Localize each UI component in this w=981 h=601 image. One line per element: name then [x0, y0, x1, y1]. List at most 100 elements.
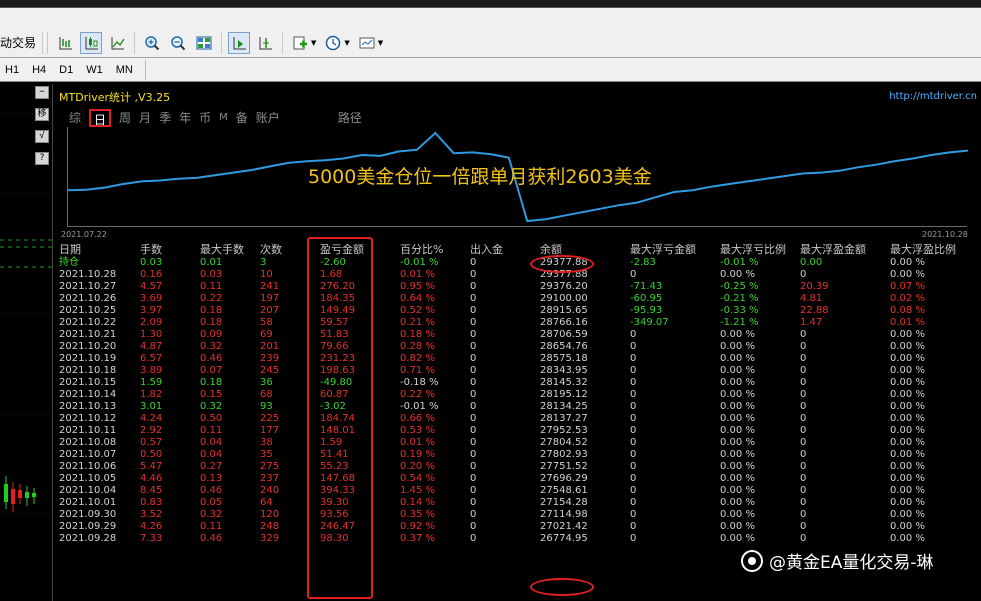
- table-cell: 0.00 %: [890, 329, 925, 340]
- tab-notes[interactable]: 备: [236, 109, 248, 127]
- table-cell: 0.00 %: [890, 461, 925, 472]
- zoom-out-icon[interactable]: [167, 32, 189, 54]
- table-cell: 0.00 %: [890, 353, 925, 364]
- period-h4[interactable]: H4: [27, 60, 51, 80]
- line-chart-icon[interactable]: [106, 32, 128, 54]
- tab-yearly[interactable]: 年: [179, 109, 191, 127]
- table-cell: 0.22 %: [400, 389, 435, 400]
- table-cell: 2021.10.18: [59, 365, 117, 376]
- table-cell: -349.07: [630, 317, 669, 328]
- table-cell: 0.01 %: [890, 317, 925, 328]
- table-cell: 0: [630, 473, 637, 484]
- table-cell: 0: [800, 461, 807, 472]
- table-cell: 0.00 %: [890, 509, 925, 520]
- tab-path[interactable]: 路径: [338, 109, 362, 127]
- table-cell: -0.25 %: [720, 281, 759, 292]
- table-cell: 3: [260, 257, 267, 268]
- website-link[interactable]: http://mtdriver.cn: [889, 91, 977, 102]
- table-cell: 7.33: [140, 533, 163, 544]
- minimize-panel-button[interactable]: −: [35, 86, 49, 99]
- table-cell: 0: [800, 329, 807, 340]
- table-cell: 0.46: [200, 485, 223, 496]
- table-cell: 2021.09.30: [59, 509, 117, 520]
- table-cell: 0.53 %: [400, 425, 435, 436]
- candlestick-icon[interactable]: [80, 32, 103, 54]
- tile-windows-icon[interactable]: [193, 32, 215, 54]
- table-cell: 持仓: [59, 257, 79, 268]
- table-cell: 0.09: [200, 329, 223, 340]
- table-cell: 0: [470, 257, 477, 268]
- period-h1[interactable]: H1: [0, 60, 24, 80]
- table-cell: 0.02 %: [890, 293, 925, 304]
- table-cell: 0.13: [200, 473, 223, 484]
- table-cell: 0: [800, 413, 807, 424]
- table-row: 2021.10.26 3.69 0.22 197 184.35 0.64 % 0 29100.…: [59, 293, 979, 305]
- table-cell: 0.18: [200, 317, 223, 328]
- table-cell: 0.00 %: [720, 509, 755, 520]
- table-cell: 29376.20: [540, 281, 588, 292]
- table-cell: 0.28 %: [400, 341, 435, 352]
- help-button[interactable]: ?: [35, 152, 49, 165]
- tab-monthly[interactable]: 月: [139, 109, 151, 127]
- table-cell: 27802.93: [540, 449, 588, 460]
- table-cell: 4.87: [140, 341, 163, 352]
- period-w1[interactable]: W1: [81, 60, 108, 80]
- table-cell: 38: [260, 437, 273, 448]
- table-cell: 0.03: [140, 257, 163, 268]
- watermark: @黄金EA量化交易-琳: [741, 548, 934, 573]
- tab-weekly[interactable]: 周: [119, 109, 131, 127]
- tab-currency[interactable]: 币: [199, 109, 211, 127]
- chevron-down-icon[interactable]: ▼: [378, 39, 383, 47]
- table-row: 2021.10.15 1.59 0.18 36 -49.80 -0.18 % 0 28145.…: [59, 377, 979, 389]
- table-cell: 0.71 %: [400, 365, 435, 376]
- chevron-down-icon[interactable]: ▼: [344, 39, 349, 47]
- bar-chart-icon[interactable]: [54, 32, 76, 54]
- table-cell: 0: [800, 401, 807, 412]
- main-toolbar: 动交易 ▼ ▼ ▼: [0, 8, 981, 58]
- period-d1[interactable]: D1: [54, 60, 78, 80]
- chevron-down-icon[interactable]: ▼: [311, 39, 316, 47]
- table-row: 2021.09.30 3.52 0.32 120 93.56 0.35 % 0 27114.9…: [59, 509, 979, 521]
- tab-quarterly[interactable]: 季: [159, 109, 171, 127]
- col-max-float-profit: 最大浮盈金额: [800, 243, 866, 256]
- table-cell: 0: [470, 353, 477, 364]
- table-cell: 0.00 %: [720, 497, 755, 508]
- watermark-text: @黄金EA量化交易-琳: [769, 553, 934, 573]
- table-cell: 0: [630, 341, 637, 352]
- table-cell: 2021.10.22: [59, 317, 117, 328]
- tab-m[interactable]: M: [219, 109, 228, 127]
- table-cell: 0.00 %: [890, 269, 925, 280]
- templates-icon[interactable]: [356, 32, 378, 54]
- table-cell: 0.19 %: [400, 449, 435, 460]
- table-cell: 4.57: [140, 281, 163, 292]
- indicators-icon[interactable]: [289, 32, 311, 54]
- confirm-button[interactable]: √: [35, 130, 49, 143]
- period-mn[interactable]: MN: [111, 60, 138, 80]
- table-cell: 0.00 %: [720, 341, 755, 352]
- toolbar-separator: [144, 59, 146, 80]
- tab-daily[interactable]: 日: [89, 109, 112, 127]
- table-cell: 0.01 %: [400, 269, 435, 280]
- table-cell: 240: [260, 485, 280, 496]
- table-cell: 2021.10.04: [59, 485, 117, 496]
- table-row: 2021.10.11 2.92 0.11 177 148.01 0.53 % 0 27952.…: [59, 425, 979, 437]
- table-cell: 0.00 %: [720, 473, 755, 484]
- table-cell: 0.00 %: [720, 521, 755, 532]
- table-cell: 0: [630, 377, 637, 388]
- table-cell: 0.00 %: [890, 533, 925, 544]
- autoscroll-icon[interactable]: [254, 32, 276, 54]
- table-cell: 245: [260, 365, 280, 376]
- move-panel-button[interactable]: 移: [35, 108, 49, 121]
- tab-account[interactable]: 账户: [256, 109, 280, 127]
- zoom-in-icon[interactable]: [141, 32, 163, 54]
- tab-overview[interactable]: 综: [69, 109, 81, 127]
- table-cell: 0.64 %: [400, 293, 435, 304]
- table-cell: 1.47: [800, 317, 823, 328]
- statistics-panel: MTDriver统计 ,V3.25 http://mtdriver.cn 综 日…: [52, 84, 981, 601]
- periodicity-icon[interactable]: [322, 32, 344, 54]
- table-cell: 0: [800, 521, 807, 532]
- auto-trading-label[interactable]: 动交易: [0, 32, 44, 54]
- table-cell: 2021.10.12: [59, 413, 117, 424]
- chart-shift-icon[interactable]: [228, 32, 251, 54]
- col-max-float-profit-pct: 最大浮盈比例: [890, 243, 956, 256]
